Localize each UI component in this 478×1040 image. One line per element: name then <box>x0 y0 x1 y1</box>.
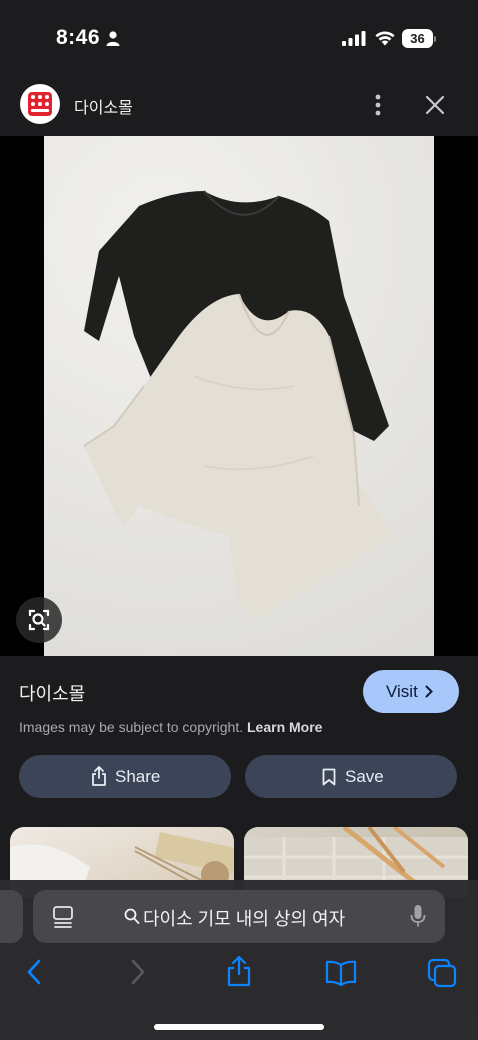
image-source-title: 다이소몰 <box>19 684 86 704</box>
site-name[interactable]: 다이소몰 <box>74 94 133 118</box>
cellular-signal-icon <box>342 31 366 46</box>
share-label: Share <box>115 767 161 786</box>
daiso-logo-icon[interactable] <box>20 84 60 124</box>
home-indicator[interactable] <box>154 1024 324 1030</box>
lens-search-icon <box>28 609 50 631</box>
status-bar: 8:46 36 <box>0 0 478 72</box>
lens-search-button[interactable] <box>16 597 62 643</box>
battery-level: 36 <box>410 31 425 46</box>
copyright-text: Images may be subject to copyright. <box>19 719 244 735</box>
browser-toolbar: 다이소 기모 내의 상의 여자 <box>0 880 478 1040</box>
tabs-icon[interactable] <box>427 958 457 988</box>
image-info-panel: 다이소몰 Visit Images may be subject to copy… <box>0 656 478 897</box>
book-icon[interactable] <box>325 960 357 986</box>
share-icon[interactable] <box>226 955 252 987</box>
battery-indicator: 36 <box>402 29 436 49</box>
more-vertical-icon[interactable] <box>368 92 388 118</box>
wifi-icon <box>375 31 395 46</box>
previous-tab-edge[interactable] <box>0 890 23 943</box>
chevron-right-icon <box>425 685 433 698</box>
close-icon[interactable] <box>424 94 446 116</box>
share-icon <box>92 766 106 786</box>
person-icon <box>106 31 120 46</box>
status-time: 8:46 <box>56 26 101 49</box>
address-bar[interactable]: 다이소 기모 내의 상의 여자 <box>33 890 445 943</box>
product-photo[interactable] <box>44 136 434 656</box>
visit-label: Visit <box>386 682 418 701</box>
copyright-notice: Images may be subject to copyright. Lear… <box>19 719 322 735</box>
save-button[interactable]: Save <box>245 755 457 798</box>
learn-more-link[interactable]: Learn More <box>247 719 322 735</box>
source-header: 다이소몰 <box>0 72 478 136</box>
page-menu-icon[interactable] <box>53 906 73 928</box>
microphone-icon[interactable] <box>410 904 426 928</box>
share-button[interactable]: Share <box>19 755 231 798</box>
save-label: Save <box>345 767 384 786</box>
address-text[interactable]: 다이소 기모 내의 상의 여자 <box>143 905 345 931</box>
chevron-right-icon[interactable] <box>129 958 147 986</box>
chevron-left-icon[interactable] <box>25 958 43 986</box>
image-viewer[interactable] <box>0 136 478 656</box>
shirts-illustration <box>83 190 394 621</box>
visit-button[interactable]: Visit <box>363 670 459 713</box>
bookmark-icon <box>322 768 336 786</box>
search-icon <box>124 908 140 924</box>
